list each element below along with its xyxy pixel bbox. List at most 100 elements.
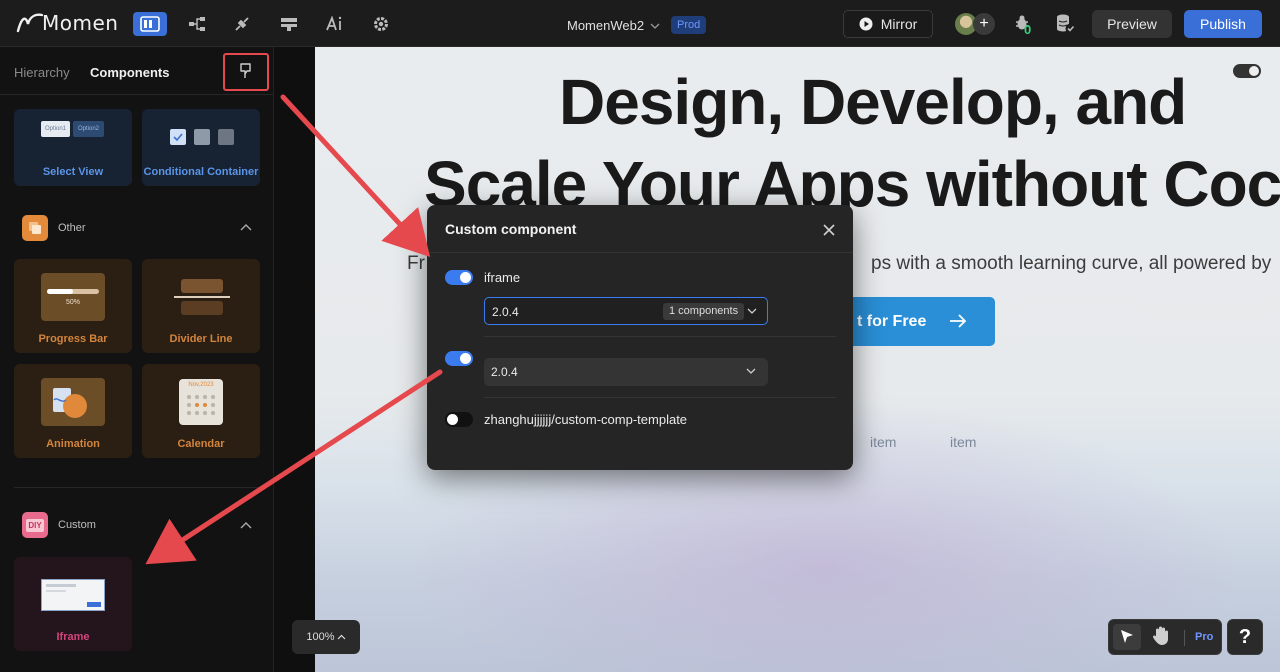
component-card-divider-line[interactable]: Divider Line	[142, 259, 260, 353]
row-divider	[484, 397, 836, 398]
tab-hierarchy[interactable]: Hierarchy	[14, 65, 70, 80]
preview-button[interactable]: Preview	[1092, 10, 1172, 38]
pages-tool-button[interactable]	[133, 12, 167, 36]
select-view-label: Select View	[42, 166, 104, 178]
iframe-label: Iframe	[56, 631, 90, 643]
conditional-container-preview	[168, 127, 236, 147]
chevron-down-icon	[747, 308, 757, 314]
divider-preview	[174, 296, 230, 298]
theme-toggle[interactable]	[1233, 64, 1261, 78]
hero-headline-line-1: Design, Develop, and	[559, 66, 1187, 138]
iframe-enable-toggle[interactable]	[445, 270, 473, 285]
zoom-level: 100%	[306, 631, 335, 643]
animation-preview	[41, 378, 105, 426]
select-view-option2: Option2	[73, 121, 104, 137]
diy-icon-text: DIY	[26, 518, 44, 532]
layout-icon	[140, 16, 160, 32]
help-button[interactable]: ?	[1227, 619, 1263, 655]
animation-label: Animation	[46, 438, 100, 450]
tab-components[interactable]: Components	[90, 65, 169, 80]
nav-item[interactable]: item	[870, 434, 896, 450]
momen-logo[interactable]: Momen	[16, 10, 118, 36]
component-card-iframe[interactable]: Iframe	[14, 557, 132, 651]
chevron-down-icon	[746, 368, 756, 374]
version-value: 2.0.4	[492, 305, 519, 319]
ai-tool-button[interactable]	[318, 12, 352, 36]
conditional-container-label: Conditional Container	[143, 166, 259, 178]
momen-logo-icon	[16, 13, 44, 33]
sidebar-tabs: Hierarchy Components	[0, 47, 273, 95]
close-icon[interactable]	[822, 223, 836, 237]
invite-collaborator-button[interactable]: +	[973, 13, 995, 35]
project-name: MomenWeb2	[567, 18, 645, 33]
section-other-header[interactable]: Other	[22, 215, 86, 241]
cta-label: t for Free	[857, 313, 927, 330]
data-tool-button[interactable]	[272, 12, 306, 36]
logic-tool-button[interactable]	[180, 12, 214, 36]
debug-count: 0	[1024, 22, 1032, 37]
component-card-select-view[interactable]: Option1 Option2 Select View	[14, 109, 132, 186]
component-card-animation[interactable]: Animation	[14, 364, 132, 458]
zoom-control[interactable]: 100%	[292, 620, 360, 654]
iframe-preview	[41, 579, 105, 611]
ai-icon	[326, 16, 342, 31]
environment-badge[interactable]: Prod	[671, 16, 707, 34]
canvas-tool-palette: Pro	[1108, 619, 1222, 655]
mirror-label: Mirror	[880, 16, 918, 32]
template-enable-toggle[interactable]	[445, 412, 473, 427]
custom-component-dialog: Custom component iframe 2.0.4 1 componen…	[427, 205, 853, 470]
conditional-icon	[170, 129, 234, 145]
logo-text: Momen	[42, 11, 119, 35]
table-icon	[281, 18, 297, 31]
hand-tool-button[interactable]	[1151, 625, 1177, 651]
component-card-progress-bar[interactable]: 50% Progress Bar	[14, 259, 132, 353]
select-view-option1: Option1	[41, 121, 70, 137]
nav-item[interactable]: item	[950, 434, 976, 450]
publish-button[interactable]: Publish	[1184, 10, 1262, 38]
version-select[interactable]: 2.0.4 1 components	[484, 297, 768, 325]
mirror-button[interactable]: Mirror	[843, 10, 933, 38]
debug-button[interactable]: 0	[1014, 14, 1036, 37]
calendar-preview: Nov,2023	[179, 379, 223, 425]
play-icon	[859, 17, 873, 31]
version-value: 2.0.4	[491, 365, 518, 379]
hero-subtitle-right: ps with a smooth learning curve, all pow…	[871, 253, 1272, 274]
gear-icon	[374, 17, 388, 31]
select-tool-button[interactable]	[1113, 624, 1141, 650]
progress-bar-label: Progress Bar	[38, 333, 108, 345]
section-custom-header[interactable]: DIY Custom	[22, 512, 96, 538]
component-enable-toggle[interactable]	[445, 351, 473, 366]
cursor-icon	[1121, 630, 1133, 643]
section-other-title: Other	[58, 222, 86, 234]
api-tool-button[interactable]	[225, 12, 259, 36]
dialog-header-divider	[427, 252, 853, 253]
settings-tool-button[interactable]	[364, 12, 398, 36]
version-select[interactable]: 2.0.4	[484, 358, 768, 386]
plug-icon	[235, 17, 249, 31]
database-status-button[interactable]	[1055, 13, 1077, 35]
diy-icon: DIY	[22, 512, 48, 538]
flow-icon	[189, 17, 205, 31]
custom-component-pin-icon[interactable]	[238, 62, 254, 80]
hero-subtitle-left: Fr	[407, 253, 425, 274]
arrow-right-icon	[950, 314, 967, 328]
calendar-month: Nov,2023	[188, 382, 214, 388]
row-divider	[484, 336, 836, 337]
component-card-conditional-container[interactable]: Conditional Container	[142, 109, 260, 186]
chevron-up-icon[interactable]	[240, 521, 252, 529]
chevron-down-icon	[650, 23, 660, 29]
section-custom-title: Custom	[58, 519, 96, 531]
top-bar: Momen MomenWeb2 Prod Mirror + 0 Preview …	[0, 0, 1280, 47]
hand-icon	[1153, 626, 1168, 645]
database-check-icon	[1057, 14, 1076, 34]
project-selector[interactable]: MomenWeb2	[567, 18, 660, 33]
calendar-label: Calendar	[177, 438, 225, 450]
component-card-calendar[interactable]: Nov,2023 Calendar	[142, 364, 260, 458]
chevron-up-icon[interactable]	[240, 223, 252, 231]
components-sidebar: Hierarchy Components Option1 Option2 Sel…	[0, 47, 274, 672]
component-name: zhanghujjjjjj/custom-comp-template	[484, 412, 688, 427]
components-count-badge: 1 components	[663, 303, 745, 320]
dialog-title: Custom component	[445, 221, 577, 237]
progress-bar-preview: 50%	[41, 273, 105, 321]
pro-badge[interactable]: Pro	[1195, 631, 1213, 643]
